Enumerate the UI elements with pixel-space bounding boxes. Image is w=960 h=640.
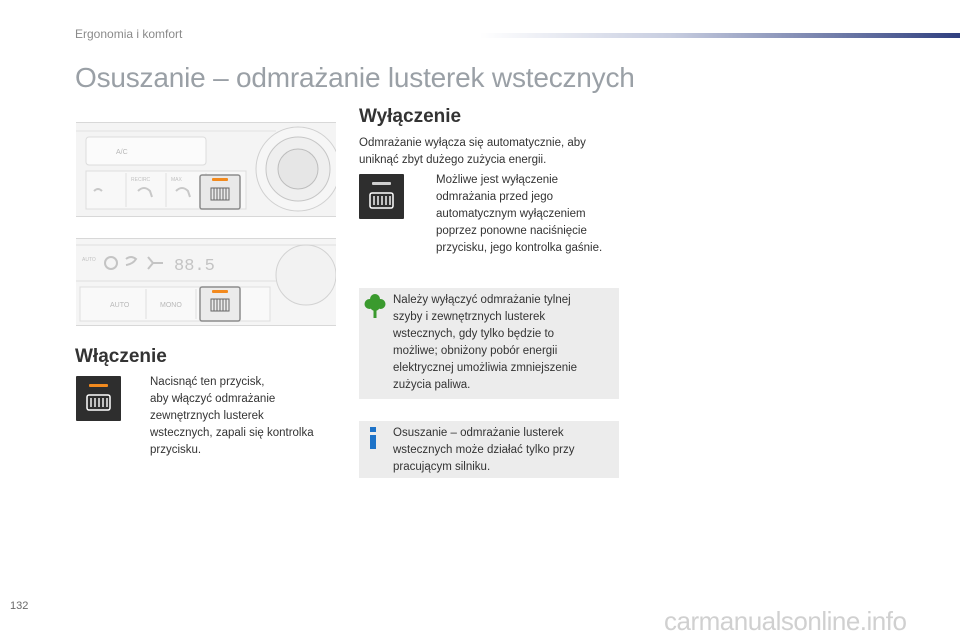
eco-note-text: Należy wyłączyć odmrażanie tylnej szyby …	[393, 292, 615, 394]
page-number: 132	[10, 600, 29, 612]
auto-label: AUTO	[110, 302, 130, 309]
mirror-defrost-button-on-icon	[76, 376, 121, 421]
panel-photo-lower-illustration: AUTO 88.5 AUTO MONO	[76, 239, 336, 325]
instruction-off-line: Możliwe jest wyłączenie	[436, 174, 559, 186]
eco-note-line: wstecznych, gdy tylko będzie to	[393, 328, 555, 340]
instruction-on-line: Nacisnąć ten przycisk,	[150, 376, 265, 388]
defrost-indicator-on	[212, 178, 228, 181]
intro-off-line: uniknąć zbyt dużego zużycia energii.	[359, 154, 547, 166]
info-note-box: Osuszanie – odmrażanie lusterek wsteczny…	[359, 421, 619, 478]
auto-soft-label: AUTO	[82, 257, 96, 263]
watermark: carmanualsonline.info	[664, 606, 907, 636]
tree-icon	[364, 294, 386, 318]
instruction-off-line: odmrażania przed jego	[436, 191, 553, 203]
defrost-indicator-on-lower	[212, 290, 228, 293]
instruction-on: Nacisnąć ten przycisk, aby włączyć odmra…	[150, 374, 330, 459]
instruction-off-line: automatycznym wyłączeniem	[436, 208, 586, 220]
mirror-defrost-icon	[86, 384, 111, 411]
mirror-defrost-button-off-icon	[359, 174, 404, 219]
info-note-line: pracującym silniku.	[393, 461, 491, 473]
eco-note-line: zużycia paliwa.	[393, 379, 471, 391]
eco-note-line: możliwe; obniżony pobór energii	[393, 345, 558, 357]
ac-label: A/C	[116, 149, 128, 156]
instruction-off-line: poprzez ponowne naciśnięcie	[436, 225, 587, 237]
mirror-defrost-icon-off	[369, 182, 394, 209]
header-section-title: Ergonomia i komfort	[75, 27, 183, 41]
instruction-off-line: przycisku, jego kontrolka gaśnie.	[436, 242, 603, 254]
panel-photo-upper-illustration: A/C RECIRC MAX	[76, 123, 336, 216]
instruction-on-line: przycisku.	[150, 444, 202, 456]
info-note-line: Osuszanie – odmrażanie lusterek	[393, 427, 564, 439]
intro-off-line: Odmrażanie wyłącza się automatycznie, ab…	[359, 137, 586, 149]
instruction-on-line: zewnętrznych lusterek	[150, 410, 264, 422]
info-note-line: wstecznych może działać tylko przy	[393, 444, 575, 456]
intro-off: Odmrażanie wyłącza się automatycznie, ab…	[359, 135, 619, 169]
eco-note-line: elektrycznej umożliwia zmniejszenie	[393, 362, 578, 374]
temp-readout: 88.5	[174, 257, 215, 276]
eco-note-line: Należy wyłączyć odmrażanie tylnej	[393, 294, 571, 306]
info-note-text: Osuszanie – odmrażanie lusterek wsteczny…	[393, 425, 615, 476]
section-heading-off: Wyłączenie	[359, 106, 462, 127]
recirc-label: RECIRC	[131, 177, 151, 183]
instruction-on-line: aby włączyć odmrażanie	[150, 393, 276, 405]
page-title: Osuszanie – odmrażanie lusterek wsteczny…	[75, 62, 635, 93]
header-rule	[480, 33, 960, 38]
eco-note-line: szyby i zewnętrznych lusterek	[393, 311, 546, 323]
defrost-label: MAX	[171, 177, 183, 183]
panel-photo-lower: AUTO 88.5 AUTO MONO	[76, 238, 336, 326]
instruction-off: Możliwe jest wyłączenie odmrażania przed…	[436, 172, 626, 257]
eco-note-box: Należy wyłączyć odmrażanie tylnej szyby …	[359, 288, 619, 399]
instruction-on-line: wstecznych, zapali się kontrolka	[150, 427, 314, 439]
section-heading-on: Włączenie	[75, 346, 167, 367]
info-icon	[370, 427, 376, 449]
mono-label: MONO	[160, 302, 182, 309]
panel-photo-upper: A/C RECIRC MAX	[76, 122, 336, 217]
